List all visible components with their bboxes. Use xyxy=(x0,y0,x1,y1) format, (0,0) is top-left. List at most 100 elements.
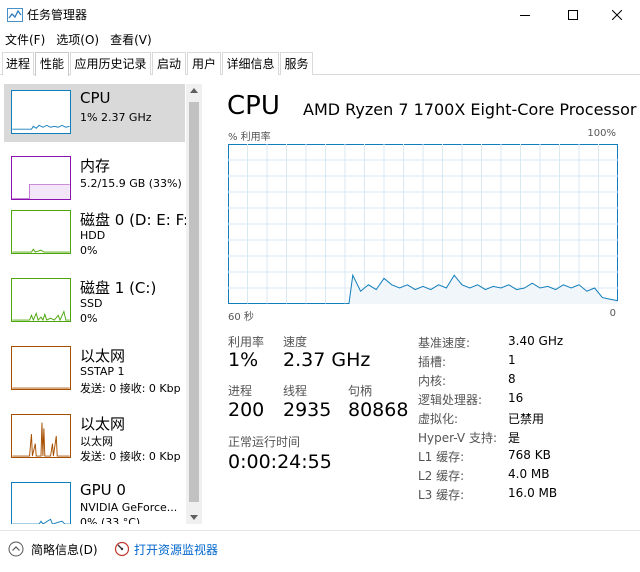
spec-l2-value: 4.0 MB xyxy=(508,467,550,481)
resource-detail: SSD xyxy=(80,297,103,310)
resource-name: CPU xyxy=(80,89,111,107)
spec-cores-label: 内核: xyxy=(418,374,447,388)
resource-name: 磁盘 0 (D: E: F: xyxy=(80,211,189,229)
resource-item-gpu-0[interactable]: GPU 0 NVIDIA GeForce... 0% (33 °C) xyxy=(4,476,185,524)
resource-item-memory[interactable]: 内存 5.2/15.9 GB (33%) xyxy=(4,150,185,208)
spec-logical-label: 逻辑处理器: xyxy=(418,393,483,407)
menu-file[interactable]: 文件(F) xyxy=(0,30,51,50)
graph-grid xyxy=(228,144,618,304)
disk-1-thumbnail-graph xyxy=(11,278,71,322)
ethernet-thumbnail-graph xyxy=(11,414,71,458)
spec-sockets-label: 插槽: xyxy=(418,355,447,369)
stat-threads-label: 线程 xyxy=(283,384,308,398)
footer-bar: 简略信息(D) 打开资源监视器 xyxy=(0,530,640,572)
resource-list: CPU 1% 2.37 GHz 内存 5.2/15.9 GB (33%) 磁盘 … xyxy=(0,84,202,524)
spec-hyperv-label: Hyper-V 支持: xyxy=(418,431,497,445)
spec-l3-label: L3 缓存: xyxy=(418,488,465,502)
resource-detail: 1% 2.37 GHz xyxy=(80,111,152,124)
stat-threads-value: 2935 xyxy=(283,399,332,421)
fewer-details-button[interactable]: 简略信息(D) xyxy=(31,541,98,558)
spec-hyperv-value: 是 xyxy=(508,431,521,445)
resource-item-ethernet[interactable]: 以太网 以太网 发送: 0 接收: 0 Kbp xyxy=(4,408,185,466)
resource-item-ethernet-sstap[interactable]: 以太网 SSTAP 1 发送: 0 接收: 0 Kbp xyxy=(4,340,185,398)
tab-processes[interactable]: 进程 xyxy=(2,52,34,75)
spec-base-speed-value: 3.40 GHz xyxy=(508,334,564,348)
spec-virtualization-value: 已禁用 xyxy=(508,412,545,426)
stat-handles-value: 80868 xyxy=(348,399,409,421)
close-icon xyxy=(612,10,622,20)
stat-speed-value: 2.37 GHz xyxy=(283,349,371,371)
cpu-thumbnail-graph xyxy=(11,90,71,134)
resource-item-disk-0[interactable]: 磁盘 0 (D: E: F: HDD 0% xyxy=(4,204,189,262)
menu-bar: 文件(F) 选项(O) 查看(V) xyxy=(0,30,158,50)
stat-handles-label: 句柄 xyxy=(348,384,373,398)
minimize-icon xyxy=(520,15,530,16)
tab-startup[interactable]: 启动 xyxy=(152,52,186,75)
stat-utilization-value: 1% xyxy=(228,349,259,371)
resource-detail: NVIDIA GeForce... xyxy=(80,501,178,514)
gpu-0-thumbnail-graph xyxy=(11,482,71,524)
resource-item-cpu[interactable]: CPU 1% 2.37 GHz xyxy=(4,84,185,142)
graph-axis-left: 60 秒 xyxy=(228,312,254,323)
stat-uptime-value: 0:00:24:55 xyxy=(228,451,332,473)
scroll-thumb[interactable] xyxy=(189,102,199,502)
tab-app-history[interactable]: 应用历史记录 xyxy=(70,52,151,75)
graph-axis-right: 0 xyxy=(609,308,616,319)
spec-logical-value: 16 xyxy=(508,391,524,405)
spec-l2-label: L2 缓存: xyxy=(418,469,465,483)
spec-base-speed-label: 基准速度: xyxy=(418,336,471,350)
tab-users[interactable]: 用户 xyxy=(187,52,221,75)
maximize-icon xyxy=(568,10,578,20)
title-bar: 任务管理器 xyxy=(0,0,640,30)
scroll-up-icon[interactable] xyxy=(190,88,198,93)
tab-performance[interactable]: 性能 xyxy=(35,52,69,76)
resource-name: 以太网 xyxy=(80,415,126,433)
memory-thumbnail-graph xyxy=(11,156,71,200)
stat-uptime-label: 正常运行时间 xyxy=(228,435,301,449)
window-title: 任务管理器 xyxy=(27,8,88,22)
resource-item-disk-1[interactable]: 磁盘 1 (C:) SSD 0% xyxy=(4,272,185,330)
stat-processes-value: 200 xyxy=(228,399,265,421)
resource-detail: 0% xyxy=(80,312,98,325)
resource-monitor-icon xyxy=(114,541,130,557)
disk-0-thumbnail-graph xyxy=(11,210,71,254)
spec-l1-label: L1 缓存: xyxy=(418,450,465,464)
resource-detail: 发送: 0 接收: 0 Kbp xyxy=(80,450,181,463)
stat-utilization-label: 利用率 xyxy=(228,335,265,349)
chevron-up-icon[interactable] xyxy=(8,541,24,557)
tab-details[interactable]: 详细信息 xyxy=(222,52,279,75)
resource-detail: HDD xyxy=(80,229,106,242)
tab-bar: 进程 性能 应用历史记录 启动 用户 详细信息 服务 xyxy=(0,52,640,76)
spec-l1-value: 768 KB xyxy=(508,448,551,462)
maximize-button[interactable] xyxy=(550,0,596,30)
spec-l3-value: 16.0 MB xyxy=(508,486,558,500)
cpu-model: AMD Ryzen 7 1700X Eight-Core Processor xyxy=(303,100,637,119)
resource-name: 磁盘 1 (C:) xyxy=(80,279,157,297)
cpu-title: CPU xyxy=(227,91,280,121)
resource-name: 内存 xyxy=(80,157,111,175)
close-button[interactable] xyxy=(594,0,640,30)
resource-detail: 0% xyxy=(80,244,98,257)
scroll-down-icon[interactable] xyxy=(190,515,198,520)
minimize-button[interactable] xyxy=(502,0,548,30)
cpu-utilization-graph xyxy=(228,144,618,304)
resource-detail: 5.2/15.9 GB (33%) xyxy=(80,177,182,190)
spec-sockets-value: 1 xyxy=(508,353,516,367)
task-manager-icon xyxy=(7,8,23,22)
graph-label-max: 100% xyxy=(587,128,616,139)
menu-view[interactable]: 查看(V) xyxy=(105,30,158,50)
resource-detail: 以太网 xyxy=(80,435,113,448)
spec-virtualization-label: 虚拟化: xyxy=(418,412,459,426)
resource-name: 以太网 xyxy=(80,347,126,365)
menu-options[interactable]: 选项(O) xyxy=(51,30,105,50)
resource-list-scrollbar[interactable] xyxy=(186,84,202,524)
tab-services[interactable]: 服务 xyxy=(280,52,313,75)
ethernet-sstap-thumbnail-graph xyxy=(11,346,71,390)
resource-detail: 0% (33 °C) xyxy=(80,516,141,524)
graph-label-utilization: % 利用率 xyxy=(228,132,271,143)
open-resource-monitor-link[interactable]: 打开资源监视器 xyxy=(134,541,218,558)
stat-speed-label: 速度 xyxy=(283,335,308,349)
resource-detail: SSTAP 1 xyxy=(80,365,125,378)
spec-cores-value: 8 xyxy=(508,372,516,386)
stat-processes-label: 进程 xyxy=(228,384,253,398)
